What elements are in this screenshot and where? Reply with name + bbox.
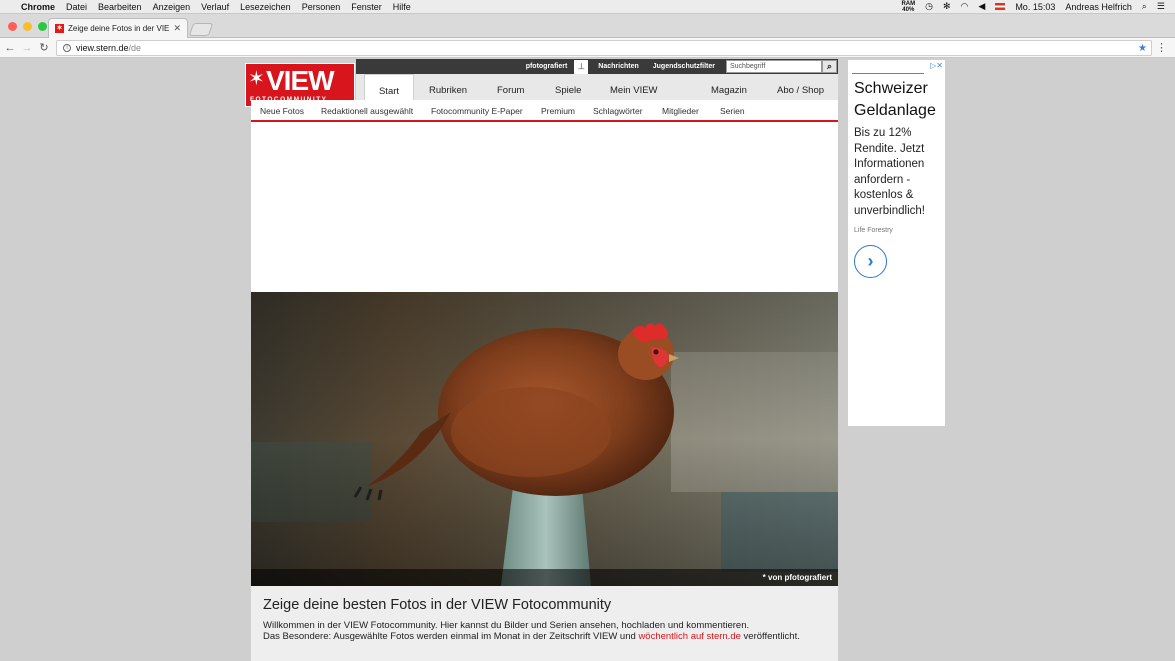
intro-section: Zeige deine besten Fotos in der VIEW Fot…	[251, 586, 838, 661]
stern-star-icon: ✶	[248, 68, 265, 90]
notification-center-icon[interactable]: ☰	[1157, 1, 1165, 12]
tab-strip: ✶ Zeige deine Fotos in der VIEW ✕	[0, 14, 1175, 38]
macos-menu-bar: Chrome Datei Bearbeiten Anzeigen Verlauf…	[0, 0, 1175, 14]
featured-photo[interactable]: * von pfotografiert	[251, 292, 838, 586]
ad-divider	[852, 73, 924, 74]
nav-start[interactable]: Start	[364, 74, 414, 100]
subnav-mitglieder[interactable]: Mitglieder	[662, 106, 699, 116]
new-tab-button[interactable]	[188, 23, 214, 36]
browser-tab[interactable]: ✶ Zeige deine Fotos in der VIEW ✕	[48, 18, 188, 38]
subnav-neue-fotos[interactable]: Neue Fotos	[260, 106, 304, 116]
subnav-schlagwoerter[interactable]: Schlagwörter	[593, 106, 643, 116]
link-jugendschutzfilter[interactable]: Jugendschutzfilter	[646, 63, 722, 70]
ram-indicator[interactable]: RAM 40%	[901, 1, 915, 13]
top-utility-bar: pfotografiert ⊥ Nachrichten Jugendschutz…	[356, 59, 838, 74]
nav-forum[interactable]: Forum	[497, 74, 524, 100]
menu-hilfe[interactable]: Hilfe	[393, 2, 411, 12]
hen-photo-image	[251, 292, 838, 586]
nav-abo-shop[interactable]: Abo / Shop	[777, 74, 824, 100]
stern-link[interactable]: wöchentlich auf stern.de	[638, 631, 740, 642]
menu-verlauf[interactable]: Verlauf	[201, 2, 229, 12]
window-controls	[8, 22, 47, 31]
zoom-window-button[interactable]	[38, 22, 47, 31]
back-arrow-icon[interactable]: ←	[3, 42, 17, 54]
close-tab-icon[interactable]: ✕	[173, 23, 181, 34]
menu-clock[interactable]: Mo. 15:03	[1015, 2, 1055, 12]
subnav-redaktionell[interactable]: Redaktionell ausgewählt	[321, 106, 413, 116]
spotlight-search-icon[interactable]: ⌕	[1142, 1, 1147, 12]
menu-anzeigen[interactable]: Anzeigen	[153, 2, 191, 12]
adchoices-icon[interactable]: ▷✕	[930, 61, 943, 70]
nav-magazin[interactable]: Magazin	[711, 74, 747, 100]
web-page: ✶ VIEW FOTOCOMMUNITY pfotografiert ⊥ Nac…	[0, 59, 1175, 661]
url-host: view.stern.de	[76, 43, 129, 53]
volume-icon[interactable]: ◀	[978, 1, 985, 12]
wifi-icon[interactable]: ◠	[961, 1, 969, 12]
search-icon[interactable]: ⌕	[822, 60, 837, 73]
time-machine-icon[interactable]: ◷	[925, 1, 933, 12]
reload-icon[interactable]: ↻	[37, 41, 51, 54]
ad-headline[interactable]: Schweizer Geldanlage	[854, 78, 945, 122]
photo-credit[interactable]: * von pfotografiert	[251, 569, 838, 586]
ad-source: Life Forestry	[854, 227, 893, 234]
menu-fenster[interactable]: Fenster	[351, 2, 382, 12]
browser-toolbar: ← → ↻ i view.stern.de/de ★ ⋮	[0, 38, 1175, 58]
ad-body: Bis zu 12% Rendite. Jetzt Informationen …	[854, 127, 925, 217]
chrome-menu-icon[interactable]: ⋮	[1156, 41, 1167, 54]
search-input[interactable]: Suchbegriff	[726, 60, 822, 73]
page-headline: Zeige deine besten Fotos in der VIEW Fot…	[263, 597, 612, 613]
link-nachrichten[interactable]: Nachrichten	[591, 63, 645, 70]
forward-arrow-icon[interactable]: →	[20, 42, 34, 54]
pin-icon[interactable]: ⊥	[574, 59, 589, 74]
chevron-right-icon[interactable]: ›	[854, 245, 887, 278]
bluetooth-icon[interactable]: ✻	[943, 1, 951, 12]
url-path: /de	[128, 43, 142, 53]
nav-rubriken[interactable]: Rubriken	[429, 74, 467, 100]
bookmark-star-icon[interactable]: ★	[1138, 43, 1147, 54]
menu-lesezeichen[interactable]: Lesezeichen	[240, 2, 291, 12]
intro-text-1: Willkommen in der VIEW Fotocommunity. Hi…	[263, 620, 750, 631]
address-bar[interactable]: i view.stern.de/de ★	[56, 40, 1152, 56]
stern-favicon-icon: ✶	[55, 24, 64, 33]
subnav-premium[interactable]: Premium	[541, 106, 575, 116]
close-window-button[interactable]	[8, 22, 17, 31]
menu-personen[interactable]: Personen	[302, 2, 341, 12]
menu-bearbeiten[interactable]: Bearbeiten	[98, 2, 142, 12]
keyboard-flag-icon[interactable]	[995, 3, 1006, 10]
site-info-icon[interactable]: i	[63, 44, 71, 52]
intro-text-2: Das Besondere: Ausgewählte Fotos werden …	[263, 631, 800, 642]
subnav-epaper[interactable]: Fotocommunity E-Paper	[431, 106, 523, 116]
subnav-serien[interactable]: Serien	[720, 106, 745, 116]
main-navigation: Start Rubriken Forum Spiele Mein VIEW Ma…	[356, 74, 838, 100]
nav-mein-view[interactable]: Mein VIEW	[610, 74, 658, 100]
menu-user[interactable]: Andreas Helfrich	[1065, 2, 1132, 12]
sub-navigation: Neue Fotos Redaktionell ausgewählt Fotoc…	[251, 100, 838, 122]
minimize-window-button[interactable]	[23, 22, 32, 31]
banner-ad-area	[251, 122, 838, 292]
user-link[interactable]: pfotografiert	[519, 63, 575, 70]
tab-title: Zeige deine Fotos in der VIEW	[68, 24, 170, 33]
menu-datei[interactable]: Datei	[66, 2, 87, 12]
nav-spiele[interactable]: Spiele	[555, 74, 581, 100]
menu-app-name[interactable]: Chrome	[21, 2, 55, 12]
side-ad[interactable]: ▷✕ Schweizer Geldanlage Bis zu 12% Rendi…	[848, 60, 945, 426]
